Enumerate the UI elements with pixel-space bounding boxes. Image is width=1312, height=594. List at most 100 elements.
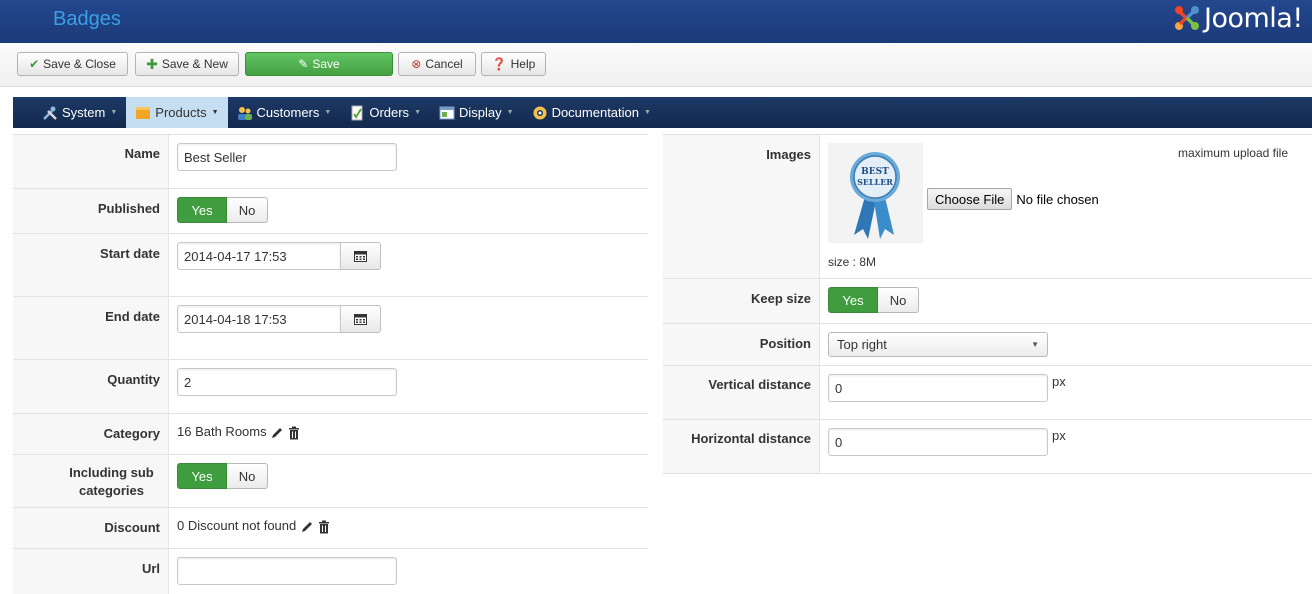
url-label: Url (13, 549, 169, 594)
end-date-label: End date (13, 297, 169, 359)
choose-file-button[interactable]: Choose File (927, 188, 1013, 210)
name-row: Name (13, 135, 648, 189)
published-label: Published (13, 189, 169, 233)
svg-text:BEST: BEST (861, 167, 889, 177)
start-date-input[interactable] (177, 242, 341, 270)
end-date-calendar-button[interactable] (341, 305, 381, 333)
help-label: Help (510, 57, 536, 71)
menu-item-label: System (62, 105, 106, 120)
save-close-label: Save & Close (43, 57, 116, 71)
start-date-calendar-button[interactable] (341, 242, 381, 270)
end-date-input[interactable] (177, 305, 341, 333)
save-button[interactable]: ✎ Save (245, 52, 393, 76)
vertical-unit: px (1052, 374, 1066, 389)
plus-icon: ✚ (146, 56, 158, 72)
discount-row: Discount 0 Discount not found (13, 508, 648, 549)
horizontal-distance-input[interactable] (828, 428, 1048, 456)
edit-icon: ✎ (298, 57, 309, 71)
calendar-icon (354, 314, 367, 325)
vertical-distance-label: Vertical distance (663, 366, 820, 419)
menu-item-label: Display (459, 105, 502, 120)
box-icon (136, 106, 151, 119)
position-select[interactable]: Top right ▼ (828, 332, 1048, 357)
pencil-icon[interactable] (300, 520, 314, 534)
menu-item-orders[interactable]: Orders ▼ (340, 97, 430, 128)
menu-item-label: Customers (256, 105, 320, 120)
save-close-button[interactable]: ✔ Save & Close (17, 52, 128, 76)
trash-icon[interactable] (288, 426, 300, 440)
max-upload-text: maximum upload file (1177, 146, 1288, 160)
horizontal-distance-row: Horizontal distance px (663, 420, 1312, 474)
name-label: Name (13, 135, 169, 188)
calendar-icon (354, 251, 367, 262)
app-header: Badges Joomla! (0, 0, 1312, 43)
orders-icon (351, 105, 363, 120)
menu-item-products[interactable]: Products ▼ (126, 97, 228, 128)
menu-item-documentation[interactable]: Documentation ▼ (523, 97, 660, 128)
joomla-logo-text: Joomla! (1204, 2, 1303, 34)
menu-item-display[interactable]: Display ▼ (430, 97, 523, 128)
published-no-button[interactable]: No (227, 197, 268, 223)
horizontal-unit: px (1052, 428, 1066, 443)
users-icon (237, 106, 252, 120)
including-sub-row: Including sub categories Yes No (13, 455, 648, 508)
quantity-row: Quantity (13, 360, 648, 414)
keep-size-yes-button[interactable]: Yes (828, 287, 878, 313)
discount-value: 0 Discount not found (177, 518, 297, 533)
vertical-distance-row: Vertical distance px (663, 366, 1312, 420)
position-row: Position Top right ▼ (663, 324, 1312, 366)
name-input[interactable] (177, 143, 397, 171)
menu-item-customers[interactable]: Customers ▼ (228, 97, 341, 128)
save-new-label: Save & New (161, 57, 228, 71)
page-title: Badges (53, 8, 121, 30)
including-sub-no-button[interactable]: No (227, 463, 268, 489)
display-icon (439, 106, 455, 119)
upload-size-text: size : 8M (828, 255, 877, 269)
pencil-icon[interactable] (270, 426, 284, 440)
menu-item-system[interactable]: System ▼ (33, 97, 126, 128)
keep-size-label: Keep size (663, 279, 820, 323)
menu-item-label: Orders (369, 105, 410, 120)
vertical-distance-input[interactable] (828, 374, 1048, 402)
badge-form-right: Images BEST SELLER Choose File No file c… (663, 134, 1312, 474)
start-date-row: Start date (13, 234, 648, 297)
position-label: Position (663, 324, 820, 365)
cancel-button[interactable]: ⊗ Cancel (398, 52, 476, 76)
help-button[interactable]: ❓ Help (481, 52, 546, 76)
quantity-input[interactable] (177, 368, 397, 396)
menu-item-label: Documentation (551, 105, 640, 120)
best-seller-badge-image: BEST SELLER (850, 152, 900, 239)
images-row: Images BEST SELLER Choose File No file c… (663, 135, 1312, 279)
quantity-label: Quantity (13, 360, 169, 413)
published-row: Published Yes No (13, 189, 648, 234)
horizontal-distance-label: Horizontal distance (663, 420, 820, 473)
dropdown-arrow-icon: ▼ (1031, 340, 1039, 349)
check-icon: ✔ (29, 57, 40, 71)
tools-icon (43, 106, 57, 120)
position-selected-value: Top right (837, 337, 887, 352)
keep-size-toggle: Yes No (828, 287, 919, 313)
keep-size-no-button[interactable]: No (878, 287, 919, 313)
menu-item-label: Products (155, 105, 207, 120)
save-label: Save (312, 57, 340, 71)
cancel-circle-icon: ⊗ (411, 57, 422, 71)
trash-icon[interactable] (318, 520, 330, 534)
save-new-button[interactable]: ✚ Save & New (135, 52, 239, 76)
published-yes-button[interactable]: Yes (177, 197, 227, 223)
discount-label: Discount (13, 508, 169, 548)
badge-image-preview: BEST SELLER (828, 143, 923, 243)
category-value: 16 Bath Rooms (177, 424, 267, 439)
badge-form-left: Name Published Yes No Start date End dat… (13, 134, 648, 594)
including-sub-yes-button[interactable]: Yes (177, 463, 227, 489)
url-row: Url (13, 549, 648, 594)
help-ring-icon (533, 106, 547, 119)
main-menu: System ▼ Products ▼ Customers ▼ Orders ▼ Dis… (13, 97, 1312, 128)
toolbar: ✔ Save & Close ✚ Save & New ✎ Save ⊗ Can… (0, 43, 1312, 87)
joomla-logo-icon (1175, 6, 1199, 30)
published-toggle: Yes No (177, 197, 268, 223)
category-label: Category (13, 414, 169, 454)
joomla-logo[interactable]: Joomla! (1172, 2, 1303, 34)
url-input[interactable] (177, 557, 397, 585)
cancel-label: Cancel (425, 57, 463, 71)
question-circle-icon: ❓ (491, 57, 507, 71)
